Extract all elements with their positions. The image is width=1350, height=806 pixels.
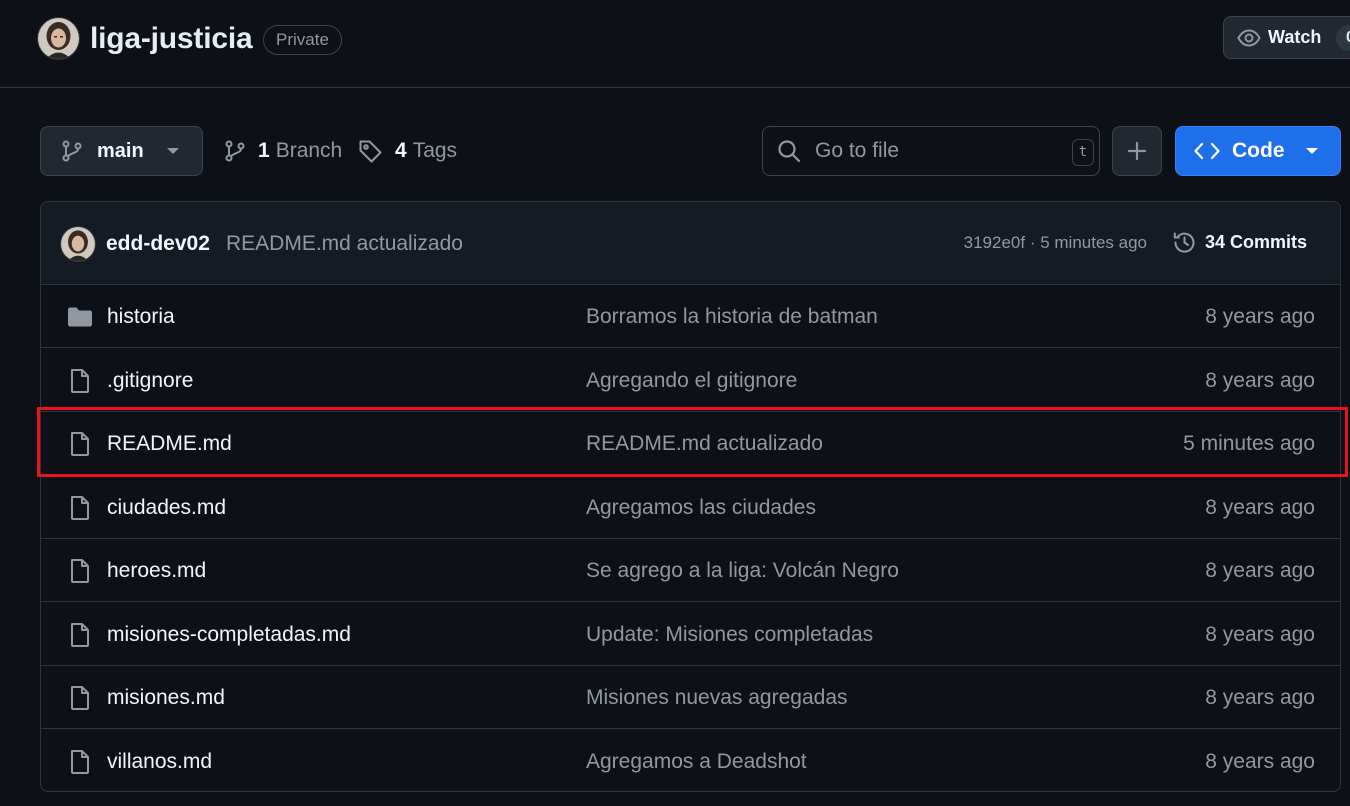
chevron-down-icon: [1305, 146, 1319, 156]
branch-name: main: [97, 139, 144, 162]
branches-count: 1: [258, 139, 270, 162]
file-row[interactable]: misiones.md Misiones nuevas agregadas 8 ye…: [41, 666, 1340, 729]
branches-link[interactable]: 1 Branch: [224, 126, 342, 176]
watch-label: Watch: [1268, 27, 1322, 47]
file-icon: [67, 558, 93, 584]
git-branch-icon: [61, 140, 83, 162]
code-icon: [1194, 141, 1220, 161]
file-commit-message[interactable]: Se agrego a la liga: Volcán Negro: [586, 559, 899, 583]
file-commit-age: 8 years ago: [1205, 495, 1315, 519]
commit-meta: 3192e0f · 5 minutes ago: [964, 233, 1147, 253]
commit-author-avatar[interactable]: [61, 227, 95, 261]
file-commit-age: 8 years ago: [1205, 622, 1315, 646]
file-commit-message[interactable]: Update: Misiones completadas: [586, 623, 873, 647]
file-row[interactable]: .gitignore Agregando el gitignore 8 years …: [41, 349, 1340, 412]
file-name-link[interactable]: README.md: [107, 432, 232, 456]
commit-separator: ·: [1025, 233, 1041, 252]
chevron-down-icon: [166, 146, 180, 156]
tags-count: 4: [395, 139, 407, 162]
file-icon: [67, 368, 93, 394]
watch-button[interactable]: Watch 0: [1223, 16, 1350, 59]
visibility-badge: Private: [263, 25, 342, 55]
file-row[interactable]: ciudades.md Agregamos las ciudades 8 years…: [41, 476, 1340, 539]
file-table: edd-dev02 README.md actualizado 3192e0f …: [40, 201, 1341, 792]
file-commit-age: 8 years ago: [1205, 686, 1315, 709]
repo-name[interactable]: liga-justicia: [90, 22, 253, 56]
tag-icon: [358, 139, 383, 164]
file-name-link[interactable]: historia: [107, 305, 175, 329]
file-commit-age: 8 years ago: [1205, 559, 1315, 582]
tags-link[interactable]: 4 Tags: [358, 126, 457, 176]
file-commit-age: 8 years ago: [1205, 368, 1315, 392]
file-commit-message[interactable]: README.md actualizado: [586, 432, 823, 456]
eye-icon: [1237, 26, 1261, 50]
go-to-file-search[interactable]: t: [762, 126, 1100, 176]
file-name-link[interactable]: heroes.md: [107, 559, 206, 583]
file-name-link[interactable]: ciudades.md: [107, 496, 226, 520]
file-name-link[interactable]: misiones.md: [107, 686, 225, 710]
file-commit-message[interactable]: Agregando el gitignore: [586, 369, 797, 393]
commit-hash[interactable]: 3192e0f: [964, 233, 1025, 252]
owner-avatar[interactable]: [38, 18, 79, 59]
file-row[interactable]: heroes.md Se agrego a la liga: Volcán Neg…: [41, 539, 1340, 602]
file-row[interactable]: misiones-completadas.md Update: Misiones …: [41, 603, 1340, 666]
watch-count: 0: [1336, 25, 1350, 51]
branches-label: Branch: [275, 139, 343, 162]
file-commit-age: 8 years ago: [1205, 305, 1315, 328]
commits-count-label: 34 Commits: [1205, 232, 1308, 252]
file-row[interactable]: historia Borramos la historia de batman 8 …: [41, 285, 1340, 348]
code-button[interactable]: Code: [1175, 126, 1341, 176]
keyboard-shortcut-hint: t: [1072, 139, 1094, 166]
file-commit-message[interactable]: Borramos la historia de batman: [586, 305, 878, 329]
file-commit-message[interactable]: Agregamos a Deadshot: [586, 750, 807, 774]
search-icon: [777, 139, 801, 163]
file-icon: [67, 685, 93, 711]
file-row[interactable]: villanos.md Agregamos a Deadshot 8 years a…: [41, 730, 1340, 792]
go-to-file-input[interactable]: [813, 138, 1053, 164]
file-name-link[interactable]: .gitignore: [107, 369, 193, 393]
latest-commit-bar: edd-dev02 README.md actualizado 3192e0f …: [41, 202, 1340, 285]
commits-history-link[interactable]: 34 Commits: [1172, 230, 1307, 255]
file-commit-message[interactable]: Misiones nuevas agregadas: [586, 686, 848, 710]
file-row[interactable]: README.md README.md actualizado 5 minutes …: [41, 412, 1340, 475]
plus-icon: [1127, 141, 1147, 161]
file-icon: [67, 495, 93, 521]
repo-header: liga-justicia Private Watch 0: [0, 0, 1350, 88]
commit-time: 5 minutes ago: [1040, 233, 1147, 252]
file-icon: [67, 622, 93, 648]
file-icon: [67, 749, 93, 775]
folder-icon: [67, 304, 93, 330]
file-name-link[interactable]: misiones-completadas.md: [107, 623, 351, 647]
branch-select-button[interactable]: main: [40, 126, 203, 176]
history-icon: [1172, 230, 1197, 255]
git-branch-icon: [224, 140, 246, 162]
code-label: Code: [1232, 139, 1285, 162]
tags-label: Tags: [412, 139, 458, 162]
file-commit-age: 5 minutes ago: [1183, 432, 1315, 455]
file-icon: [67, 431, 93, 457]
add-file-button[interactable]: [1112, 126, 1162, 176]
commit-author[interactable]: edd-dev02: [106, 232, 210, 256]
file-commit-message[interactable]: Agregamos las ciudades: [586, 496, 816, 520]
commit-message[interactable]: README.md actualizado: [226, 232, 463, 256]
file-commit-age: 8 years ago: [1205, 749, 1315, 773]
file-name-link[interactable]: villanos.md: [107, 750, 212, 774]
